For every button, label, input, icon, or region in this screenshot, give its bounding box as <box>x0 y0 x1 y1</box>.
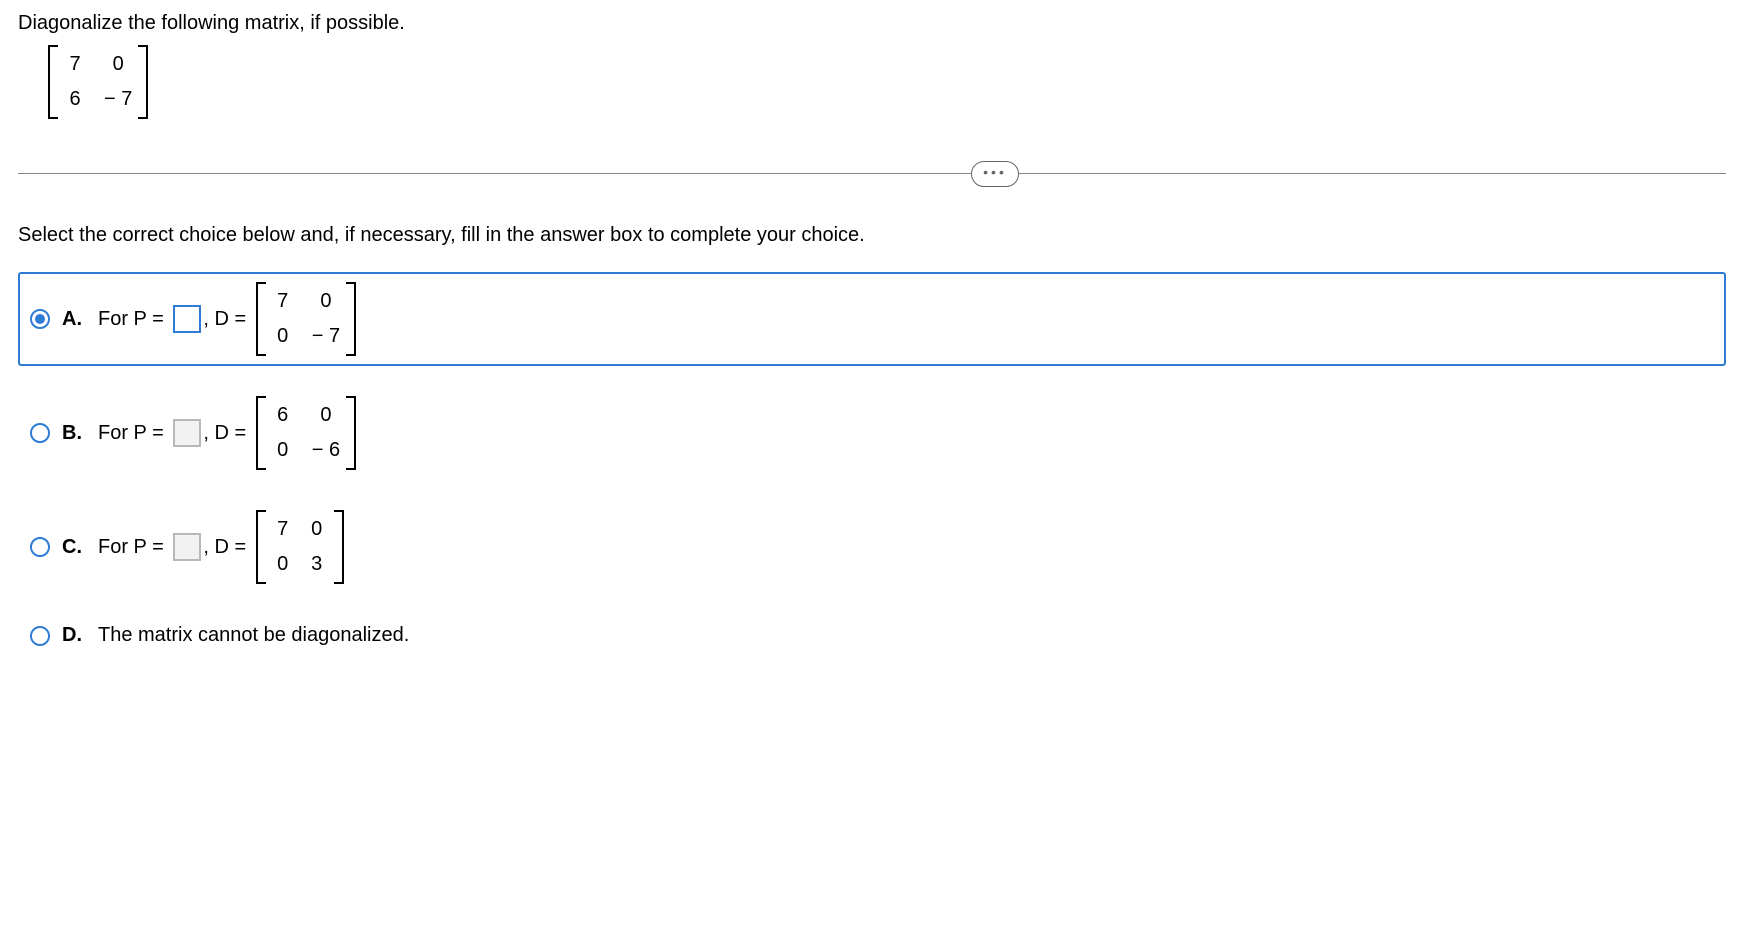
choice-d-text: The matrix cannot be diagonalized. <box>98 624 409 647</box>
matrix-cell: 0 <box>312 290 340 313</box>
matrix-cell: − 7 <box>104 88 132 111</box>
matrix-cell: 7 <box>272 290 294 313</box>
matrix-cell: 7 <box>272 518 294 541</box>
instruction-text: Select the correct choice below and, if … <box>18 224 1726 247</box>
matrix-cell: 0 <box>272 325 294 348</box>
matrix-cell: 0 <box>272 553 294 576</box>
choice-c[interactable]: C. For P = , D = 7 0 0 3 <box>18 500 1726 594</box>
bracket-right <box>346 396 356 470</box>
matrix-cell: 0 <box>306 518 328 541</box>
matrix-cell: 0 <box>272 439 294 462</box>
matrix-cell: 6 <box>272 404 294 427</box>
choice-d[interactable]: D. The matrix cannot be diagonalized. <box>18 614 1726 657</box>
divider-line <box>18 173 1726 174</box>
d-equals-label: , D = <box>203 536 246 559</box>
answer-input-b[interactable] <box>173 419 201 447</box>
radio-d[interactable] <box>30 626 50 646</box>
bracket-right <box>138 45 148 119</box>
choice-body: For P = , D = 6 0 0 − 6 <box>98 396 356 470</box>
choice-label: A. <box>62 308 84 331</box>
matrix-b: 6 0 0 − 6 <box>256 396 356 470</box>
bracket-left <box>256 282 266 356</box>
bracket-right <box>346 282 356 356</box>
bracket-left <box>48 45 58 119</box>
choice-label: B. <box>62 422 84 445</box>
matrix-cell: 3 <box>306 553 328 576</box>
matrix: 7 0 6 − 7 <box>48 45 148 119</box>
for-p-label: For P = <box>98 422 164 445</box>
matrix-a: 7 0 0 − 7 <box>256 282 356 356</box>
matrix-cell: 7 <box>64 53 86 76</box>
choice-b[interactable]: B. For P = , D = 6 0 0 − 6 <box>18 386 1726 480</box>
choice-label: C. <box>62 536 84 559</box>
bracket-right <box>334 510 344 584</box>
for-p-label: For P = <box>98 308 164 331</box>
matrix-cell: 6 <box>64 88 86 111</box>
answer-input-c[interactable] <box>173 533 201 561</box>
for-p-label: For P = <box>98 536 164 559</box>
choice-a[interactable]: A. For P = , D = 7 0 0 − 7 <box>18 272 1726 366</box>
divider-row: ••• <box>18 159 1726 189</box>
matrix-cell: − 7 <box>312 325 340 348</box>
given-matrix: 7 0 6 − 7 <box>48 45 1726 119</box>
bracket-left <box>256 396 266 470</box>
choice-body: The matrix cannot be diagonalized. <box>98 624 409 647</box>
choices-list: A. For P = , D = 7 0 0 − 7 B. For P = <box>18 272 1726 657</box>
answer-input-a[interactable] <box>173 305 201 333</box>
matrix-c: 7 0 0 3 <box>256 510 344 584</box>
bracket-left <box>256 510 266 584</box>
d-equals-label: , D = <box>203 308 246 331</box>
choice-label: D. <box>62 624 84 647</box>
matrix-cell: − 6 <box>312 439 340 462</box>
radio-c[interactable] <box>30 537 50 557</box>
radio-a[interactable] <box>30 309 50 329</box>
more-button[interactable]: ••• <box>971 161 1019 187</box>
matrix-cell: 0 <box>312 404 340 427</box>
d-equals-label: , D = <box>203 422 246 445</box>
radio-b[interactable] <box>30 423 50 443</box>
question-text: Diagonalize the following matrix, if pos… <box>18 12 1726 35</box>
choice-body: For P = , D = 7 0 0 − 7 <box>98 282 356 356</box>
matrix-cell: 0 <box>104 53 132 76</box>
choice-body: For P = , D = 7 0 0 3 <box>98 510 344 584</box>
